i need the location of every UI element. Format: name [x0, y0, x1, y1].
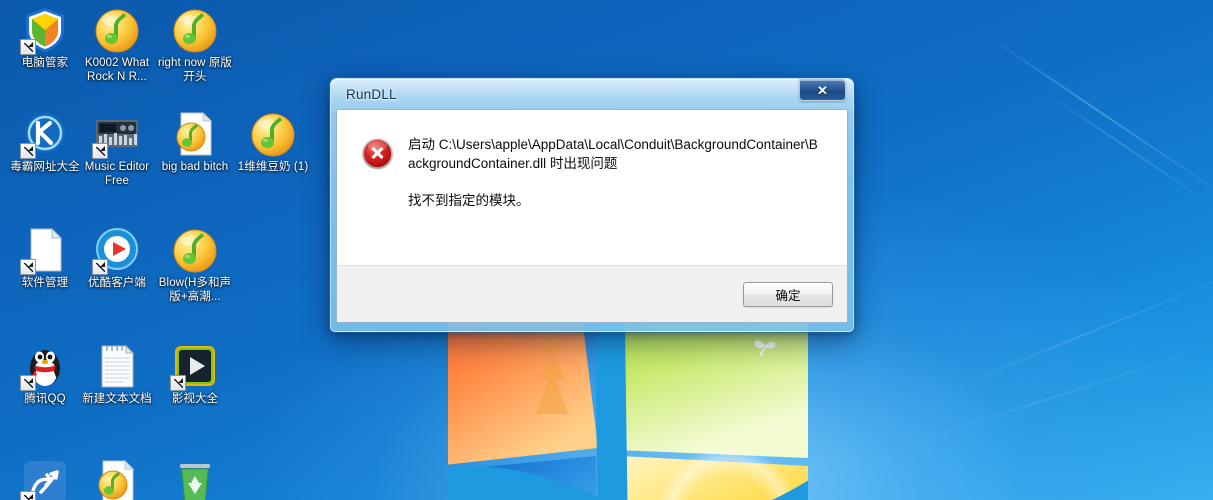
desktop-icon-label: 影视大全: [171, 393, 219, 405]
bin-icon: [171, 458, 219, 500]
desktop-icon-label: Music Editor Free: [84, 161, 150, 187]
desktop-icon-right-now[interactable]: right now 原版开头: [156, 6, 234, 84]
desktop-icon-tencent-qq[interactable]: 腾讯QQ: [6, 342, 84, 407]
ok-button[interactable]: 确定: [743, 281, 833, 307]
desktop-icon-label: 优酷客户端: [88, 277, 146, 289]
desktop-icon-label: right now 原版开头: [157, 57, 233, 83]
music-icon: [93, 6, 141, 54]
windows-logo: [448, 318, 808, 500]
desktop-icon-recycle-bin[interactable]: [156, 458, 234, 500]
shield-icon: [20, 6, 69, 55]
desktop-icon-blue-app[interactable]: [6, 458, 84, 500]
desktop-icon-new-text-document[interactable]: 新建文本文档: [78, 342, 156, 407]
doc-icon: [20, 226, 69, 275]
dialog-message-secondary: 找不到指定的模块。: [408, 193, 530, 208]
shortcut-arrow-icon: [20, 491, 36, 500]
desktop-icon-label: 毒霸网址大全: [10, 161, 80, 173]
music-icon: [249, 110, 297, 158]
shortcut-arrow-icon: [20, 375, 36, 391]
wallpaper-light-streak: [939, 268, 1213, 394]
desktop-icon-music-editor-free[interactable]: Music Editor Free: [78, 110, 156, 188]
desktop[interactable]: 电脑管家 K0002 What Rock N R... right now 原版…: [0, 0, 1213, 500]
dialog-message-primary: 启动 C:\Users\apple\AppData\Local\Conduit\…: [408, 137, 818, 171]
dialog-title: RunDLL: [346, 86, 397, 102]
desktop-icon-big-bad-bitch[interactable]: big bad bitch: [156, 110, 234, 175]
shortcut-arrow-icon: [20, 143, 36, 159]
desktop-icon-duba-sites[interactable]: 毒霸网址大全: [6, 110, 84, 175]
desktop-icon-grid[interactable]: 电脑管家 K0002 What Rock N R... right now 原版…: [0, 0, 330, 500]
dialog-message-area: 启动 C:\Users\apple\AppData\Local\Conduit\…: [337, 110, 847, 211]
shortcut-arrow-icon: [92, 259, 108, 275]
desktop-icon-k0002[interactable]: K0002 What Rock N R...: [78, 6, 156, 84]
desktop-icon-weiwei-dounai[interactable]: 1维维豆奶 (1): [234, 110, 312, 175]
shortcut-arrow-icon: [20, 259, 36, 275]
wallpaper-light-streak: [979, 30, 1213, 200]
mixer-icon: [92, 110, 141, 159]
musicfile-icon: [93, 458, 141, 500]
qq-icon: [20, 342, 69, 391]
desktop-icon-pc-manager[interactable]: 电脑管家: [6, 6, 84, 71]
video-icon: [170, 342, 219, 391]
desktop-icon-label: big bad bitch: [161, 161, 229, 173]
desktop-icon-label: 电脑管家: [21, 57, 69, 69]
dialog-footer: 确定: [337, 265, 847, 322]
shortcut-arrow-icon: [92, 143, 108, 159]
shortcut-arrow-icon: [170, 375, 186, 391]
shortcut-arrow-icon: [20, 39, 36, 55]
desktop-icon-software-manager[interactable]: 软件管理: [6, 226, 84, 291]
desktop-icon-label: 腾讯QQ: [24, 393, 66, 405]
dialog-title-bar[interactable]: RunDLL ✕: [336, 79, 848, 109]
close-icon: ✕: [817, 82, 828, 98]
desktop-icon-youku-client[interactable]: 优酷客户端: [78, 226, 156, 291]
desktop-icon-label: 1维维豆奶 (1): [237, 161, 309, 173]
close-button[interactable]: ✕: [799, 79, 846, 101]
desktop-icon-label: 软件管理: [21, 277, 69, 289]
desktop-icon-music-file-2[interactable]: [78, 458, 156, 500]
rundll-dialog[interactable]: RunDLL ✕ 启动 C:\Users\apple\AppData\Local…: [330, 78, 854, 332]
music-icon: [171, 226, 219, 274]
desktop-icon-movie-collection[interactable]: 影视大全: [156, 342, 234, 407]
butterfly-icon: [754, 340, 776, 357]
desktop-icon-blow[interactable]: Blow(H多和声版+高潮...: [156, 226, 234, 304]
desktop-icon-label: Blow(H多和声版+高潮...: [158, 277, 232, 303]
error-icon: [361, 137, 394, 170]
youku-icon: [92, 226, 141, 275]
wallpaper-light-streak: [899, 340, 1213, 448]
desktop-icon-label: K0002 What Rock N R...: [84, 57, 150, 83]
music-icon: [171, 6, 219, 54]
kbrowser-icon: [20, 110, 69, 159]
musicfile-icon: [171, 110, 219, 158]
dialog-message-block: 启动 C:\Users\apple\AppData\Local\Conduit\…: [408, 136, 825, 211]
desktop-icon-label: 新建文本文档: [82, 393, 152, 405]
wallpaper-light-streak: [1039, 88, 1213, 213]
dialog-body: 启动 C:\Users\apple\AppData\Local\Conduit\…: [336, 109, 848, 323]
blueapp-icon: [20, 458, 69, 500]
notepad-icon: [93, 342, 141, 390]
